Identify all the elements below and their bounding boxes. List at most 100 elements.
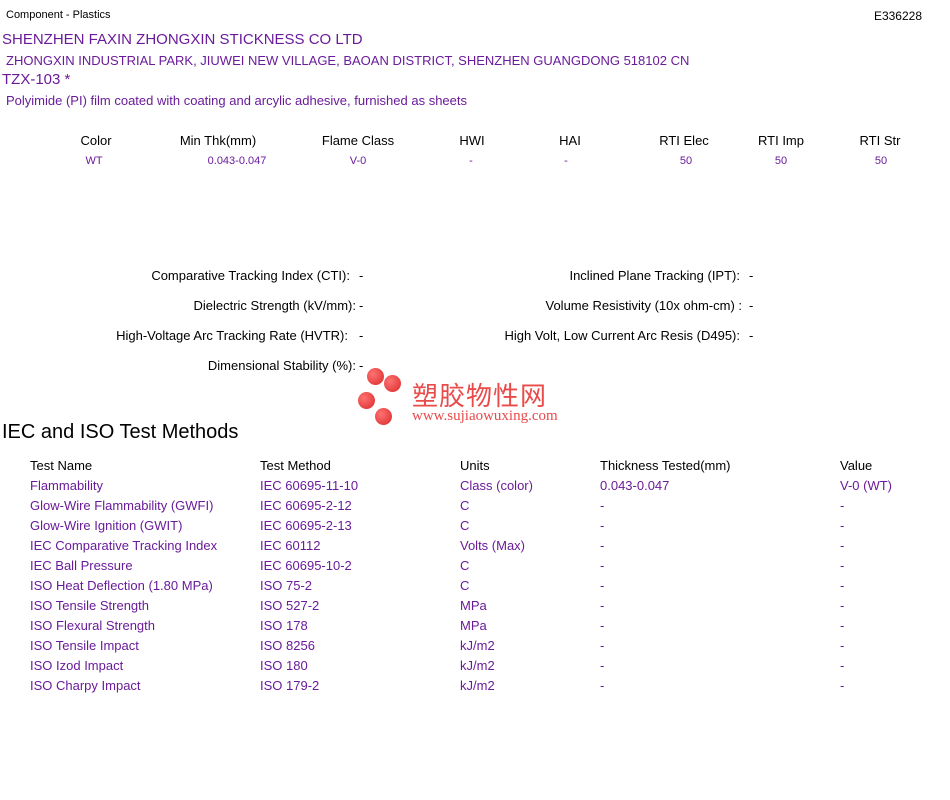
test-units: kJ/m2 bbox=[460, 678, 495, 693]
watermark-dot bbox=[358, 392, 375, 409]
table-row: ISO Tensile Impact ISO 8256 kJ/m2 - - bbox=[0, 638, 950, 658]
test-name: Glow-Wire Ignition (GWIT) bbox=[30, 518, 183, 533]
table-row: ISO Izod Impact ISO 180 kJ/m2 - - bbox=[0, 658, 950, 678]
test-units: kJ/m2 bbox=[460, 658, 495, 673]
test-thickness: - bbox=[600, 578, 605, 593]
test-value: - bbox=[840, 578, 845, 593]
test-value: - bbox=[840, 598, 845, 613]
dielectric-value: - bbox=[359, 298, 364, 313]
test-name: ISO Charpy Impact bbox=[30, 678, 141, 693]
test-name: Glow-Wire Flammability (GWFI) bbox=[30, 498, 214, 513]
test-thickness: - bbox=[600, 558, 605, 573]
table-row: Glow-Wire Ignition (GWIT) IEC 60695-2-13… bbox=[0, 518, 950, 538]
volume-resistivity-value: - bbox=[749, 298, 754, 313]
test-method: IEC 60695-2-13 bbox=[260, 518, 352, 533]
test-name: ISO Tensile Strength bbox=[30, 598, 149, 613]
prop-header-color: Color bbox=[80, 133, 112, 148]
company-address: ZHONGXIN INDUSTRIAL PARK, JIUWEI NEW VIL… bbox=[6, 53, 690, 68]
test-value: - bbox=[840, 618, 845, 633]
test-units: Class (color) bbox=[460, 478, 533, 493]
cti-label: Comparative Tracking Index (CTI): bbox=[151, 268, 350, 283]
test-value: - bbox=[840, 678, 845, 693]
document-category: Component - Plastics bbox=[6, 9, 111, 21]
test-value: V-0 (WT) bbox=[840, 478, 892, 493]
prop-header-rti-str: RTI Str bbox=[859, 133, 901, 148]
test-thickness: - bbox=[600, 518, 605, 533]
section-title-iec-iso: IEC and ISO Test Methods bbox=[2, 421, 239, 443]
test-thickness: - bbox=[600, 538, 605, 553]
table-row: IEC Ball Pressure IEC 60695-10-2 C - - bbox=[0, 558, 950, 578]
test-value: - bbox=[840, 638, 845, 653]
test-units: C bbox=[460, 498, 470, 513]
test-thickness: - bbox=[600, 498, 605, 513]
test-units: MPa bbox=[460, 598, 487, 613]
hvtr-label: High-Voltage Arc Tracking Rate (HVTR): bbox=[116, 328, 348, 343]
hvtr-value: - bbox=[359, 328, 364, 343]
ipt-value: - bbox=[749, 268, 754, 283]
test-units: Volts (Max) bbox=[460, 538, 526, 553]
table-row: ISO Heat Deflection (1.80 MPa) ISO 75-2 … bbox=[0, 578, 950, 598]
company-name: SHENZHEN FAXIN ZHONGXIN STICKNESS CO LTD bbox=[2, 31, 363, 48]
test-thickness: - bbox=[600, 658, 605, 673]
test-thickness: - bbox=[600, 638, 605, 653]
test-thickness: - bbox=[600, 598, 605, 613]
prop-value-min-thk: 0.043-0.047 bbox=[207, 155, 267, 167]
prop-value-flame-class: V-0 bbox=[349, 155, 367, 167]
test-units: kJ/m2 bbox=[460, 638, 495, 653]
iec-table-header: Test Name Test Method Units Thickness Te… bbox=[0, 458, 950, 478]
test-name: ISO Tensile Impact bbox=[30, 638, 139, 653]
dielectric-label: Dielectric Strength (kV/mm): bbox=[193, 298, 356, 313]
dimensional-stability-label: Dimensional Stability (%): bbox=[207, 358, 356, 373]
table-row: IEC Comparative Tracking Index IEC 60112… bbox=[0, 538, 950, 558]
d495-value: - bbox=[749, 328, 754, 343]
test-name: Flammability bbox=[30, 478, 103, 493]
test-method: ISO 178 bbox=[260, 618, 308, 633]
test-thickness: - bbox=[600, 618, 605, 633]
test-value: - bbox=[840, 538, 845, 553]
test-units: C bbox=[460, 578, 470, 593]
table-row: Flammability IEC 60695-11-10 Class (colo… bbox=[0, 478, 950, 498]
col-header-thickness: Thickness Tested(mm) bbox=[600, 458, 731, 473]
product-description: Polyimide (PI) film coated with coating … bbox=[6, 93, 467, 108]
test-value: - bbox=[840, 518, 845, 533]
prop-header-hai: HAI bbox=[559, 133, 581, 148]
col-header-test-method: Test Method bbox=[260, 458, 331, 473]
col-header-units: Units bbox=[460, 458, 490, 473]
volume-resistivity-label: Volume Resistivity (10x ohm-cm) : bbox=[545, 298, 743, 313]
watermark-dot bbox=[375, 408, 392, 425]
test-name: IEC Comparative Tracking Index bbox=[30, 538, 218, 553]
watermark-url: www.sujiaowuxing.com bbox=[412, 408, 558, 424]
test-units: C bbox=[460, 518, 470, 533]
test-value: - bbox=[840, 498, 845, 513]
table-row: ISO Charpy Impact ISO 179-2 kJ/m2 - - bbox=[0, 678, 950, 698]
watermark-dot bbox=[384, 375, 401, 392]
product-name: TZX-103 * bbox=[2, 71, 71, 88]
col-header-value: Value bbox=[840, 458, 873, 473]
watermark-logo: 塑胶物性网 www.sujiaowuxing.com bbox=[356, 368, 596, 428]
test-name: IEC Ball Pressure bbox=[30, 558, 133, 573]
test-units: C bbox=[460, 558, 470, 573]
test-method: ISO 180 bbox=[260, 658, 308, 673]
table-row: ISO Tensile Strength ISO 527-2 MPa - - bbox=[0, 598, 950, 618]
test-name: ISO Heat Deflection (1.80 MPa) bbox=[30, 578, 213, 593]
test-method: IEC 60695-2-12 bbox=[260, 498, 352, 513]
prop-header-flame-class: Flame Class bbox=[321, 133, 395, 148]
test-method: IEC 60695-10-2 bbox=[260, 558, 352, 573]
test-method: ISO 8256 bbox=[260, 638, 315, 653]
prop-value-hai: - bbox=[564, 155, 568, 167]
prop-value-rti-str: 50 bbox=[874, 155, 888, 167]
col-header-test-name: Test Name bbox=[30, 458, 93, 473]
watermark-dot bbox=[367, 368, 384, 385]
test-method: ISO 75-2 bbox=[260, 578, 313, 593]
test-value: - bbox=[840, 658, 845, 673]
table-row: ISO Flexural Strength ISO 178 MPa - - bbox=[0, 618, 950, 638]
test-method: ISO 527-2 bbox=[260, 598, 320, 613]
test-thickness: - bbox=[600, 678, 605, 693]
test-method: IEC 60112 bbox=[260, 538, 321, 553]
d495-label: High Volt, Low Current Arc Resis (D495): bbox=[504, 328, 740, 343]
file-number: E336228 bbox=[873, 9, 922, 23]
test-thickness: 0.043-0.047 bbox=[600, 478, 670, 493]
test-method: IEC 60695-11-10 bbox=[260, 478, 359, 493]
cti-value: - bbox=[359, 268, 364, 283]
test-name: ISO Flexural Strength bbox=[30, 618, 155, 633]
